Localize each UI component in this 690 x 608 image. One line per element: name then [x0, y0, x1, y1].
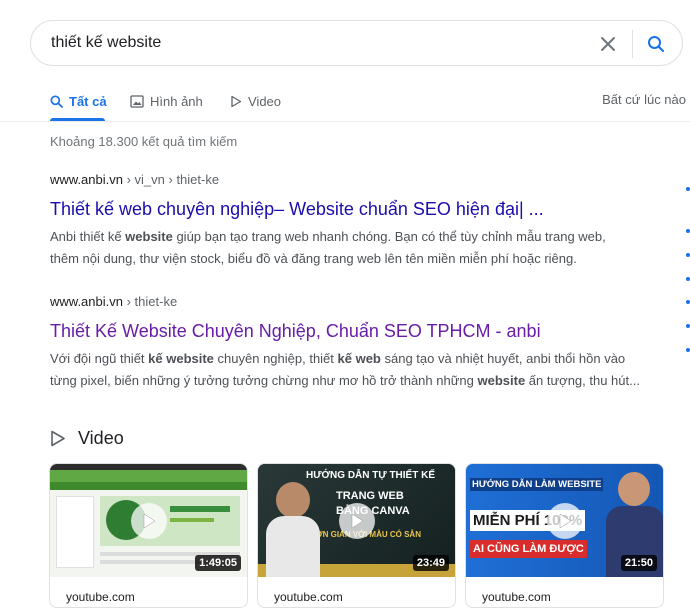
right-panel-edge [686, 277, 690, 281]
search-box[interactable]: thiết kế website [30, 20, 683, 66]
clear-search-button[interactable] [596, 32, 620, 56]
thumb-title: HƯỚNG DẪN TỰ THIẾT KẾ [306, 470, 436, 481]
close-icon [601, 37, 615, 51]
snippet-highlight: kế website [148, 351, 214, 366]
tab-all-label: Tất cả [69, 93, 107, 109]
tab-images[interactable]: Hình ảnh [130, 92, 203, 110]
result-path: › vi_vn › thiet-ke [122, 172, 220, 187]
snippet-text: ấn tượng, thu hút... [525, 373, 640, 388]
right-panel-edge [686, 300, 690, 304]
tab-videos-label: Video [248, 93, 282, 109]
search-button[interactable] [643, 32, 669, 56]
play-button[interactable] [130, 502, 167, 539]
result-url[interactable]: www.anbi.vn › vi_vn › thiet-ke [50, 172, 680, 187]
video-card[interactable]: 1:49:05 youtube.com [49, 463, 248, 608]
snippet-text: sáng tạo và nhiệt huyết, anbi thổi hồn v… [380, 351, 626, 366]
search-input[interactable]: thiết kế website [51, 34, 161, 52]
result-domain: www.anbi.vn [50, 294, 123, 309]
video-section-title: Video [78, 428, 124, 448]
play-icon [559, 513, 571, 528]
video-thumbnail: HƯỚNG DẪN TỰ THIẾT KẾ TRANG WEB BẰNG CAN… [258, 464, 455, 577]
tab-videos[interactable]: Video [230, 92, 281, 110]
right-panel-edge [686, 324, 690, 328]
play-icon [143, 513, 155, 528]
search-result: www.anbi.vn › thiet-ke Thiết Kế Website … [50, 294, 680, 392]
play-icon [231, 95, 242, 107]
result-snippet: Anbi thiết kế website giúp bạn tạo trang… [50, 226, 680, 270]
search-tabs: Tất cả Hình ảnh Video Bất cứ lúc nào [50, 92, 690, 112]
video-duration: 21:50 [620, 555, 657, 571]
presenter-image [276, 482, 310, 518]
play-button[interactable] [338, 502, 375, 539]
search-result: www.anbi.vn › vi_vn › thiet-ke Thiết kế … [50, 172, 680, 270]
video-source: youtube.com [482, 590, 551, 604]
video-thumbnail: 1:49:05 [50, 464, 247, 577]
search-icon [50, 94, 63, 108]
image-icon [130, 94, 144, 108]
result-url[interactable]: www.anbi.vn › thiet-ke [50, 294, 680, 309]
tab-all[interactable]: Tất cả [50, 92, 107, 110]
snippet-highlight: website [125, 229, 173, 244]
play-icon [51, 430, 65, 447]
snippet-highlight: kế web [337, 351, 381, 366]
right-panel-edge [686, 187, 690, 191]
snippet-text: Với đội ngũ thiết [50, 351, 149, 366]
video-source: youtube.com [66, 590, 135, 604]
video-card[interactable]: HƯỚNG DẪN LÀM WEBSITE MIỄN PHÍ 100% AI C… [465, 463, 664, 608]
right-panel-edge [686, 229, 690, 233]
play-button[interactable] [546, 502, 583, 539]
right-panel-edge [686, 253, 690, 257]
any-time-filter[interactable]: Bất cứ lúc nào [602, 92, 686, 107]
snippet-text: Anbi thiết kế [50, 229, 126, 244]
snippet-text: chuyên nghiệp, thiết [213, 351, 338, 366]
play-icon [351, 513, 363, 528]
video-thumbnail: HƯỚNG DẪN LÀM WEBSITE MIỄN PHÍ 100% AI C… [466, 464, 663, 577]
video-section-header: Video [50, 428, 124, 449]
result-snippet: Với đội ngũ thiết kế website chuyên nghi… [50, 348, 680, 392]
result-stats: Khoảng 18.300 kết quả tìm kiếm [50, 134, 238, 149]
video-duration: 23:49 [412, 555, 449, 571]
result-title-link[interactable]: Thiết kế web chuyên nghiệp– Website chuẩ… [50, 199, 680, 220]
snippet-text: thêm nội dung, thư viện stock, biểu đồ v… [50, 251, 577, 266]
snippet-text: giúp bạn tạo trang web nhanh chóng. Bạn … [172, 229, 606, 244]
search-divider [632, 30, 633, 58]
video-card[interactable]: HƯỚNG DẪN TỰ THIẾT KẾ TRANG WEB BẰNG CAN… [257, 463, 456, 608]
result-domain: www.anbi.vn [50, 172, 123, 187]
tabs-divider [0, 121, 690, 122]
video-duration: 1:49:05 [195, 555, 241, 571]
thumb-subtitle: AI CŨNG LÀM ĐƯỢC [470, 540, 587, 558]
video-source: youtube.com [274, 590, 343, 604]
presenter-image [618, 472, 650, 506]
snippet-text: từng pixel, biến những ý tưởng tưởng chừ… [50, 373, 478, 388]
presenter-body [266, 516, 320, 577]
result-path: › thiet-ke [122, 294, 178, 309]
snippet-highlight: website [477, 373, 526, 388]
search-icon [648, 36, 665, 53]
result-title-link[interactable]: Thiết Kế Website Chuyên Nghiệp, Chuẩn SE… [50, 321, 680, 342]
thumb-title: HƯỚNG DẪN LÀM WEBSITE [470, 478, 604, 491]
right-panel-edge [686, 348, 690, 352]
tab-images-label: Hình ảnh [150, 93, 203, 109]
thumb-title: TRANG WEB [336, 490, 404, 502]
